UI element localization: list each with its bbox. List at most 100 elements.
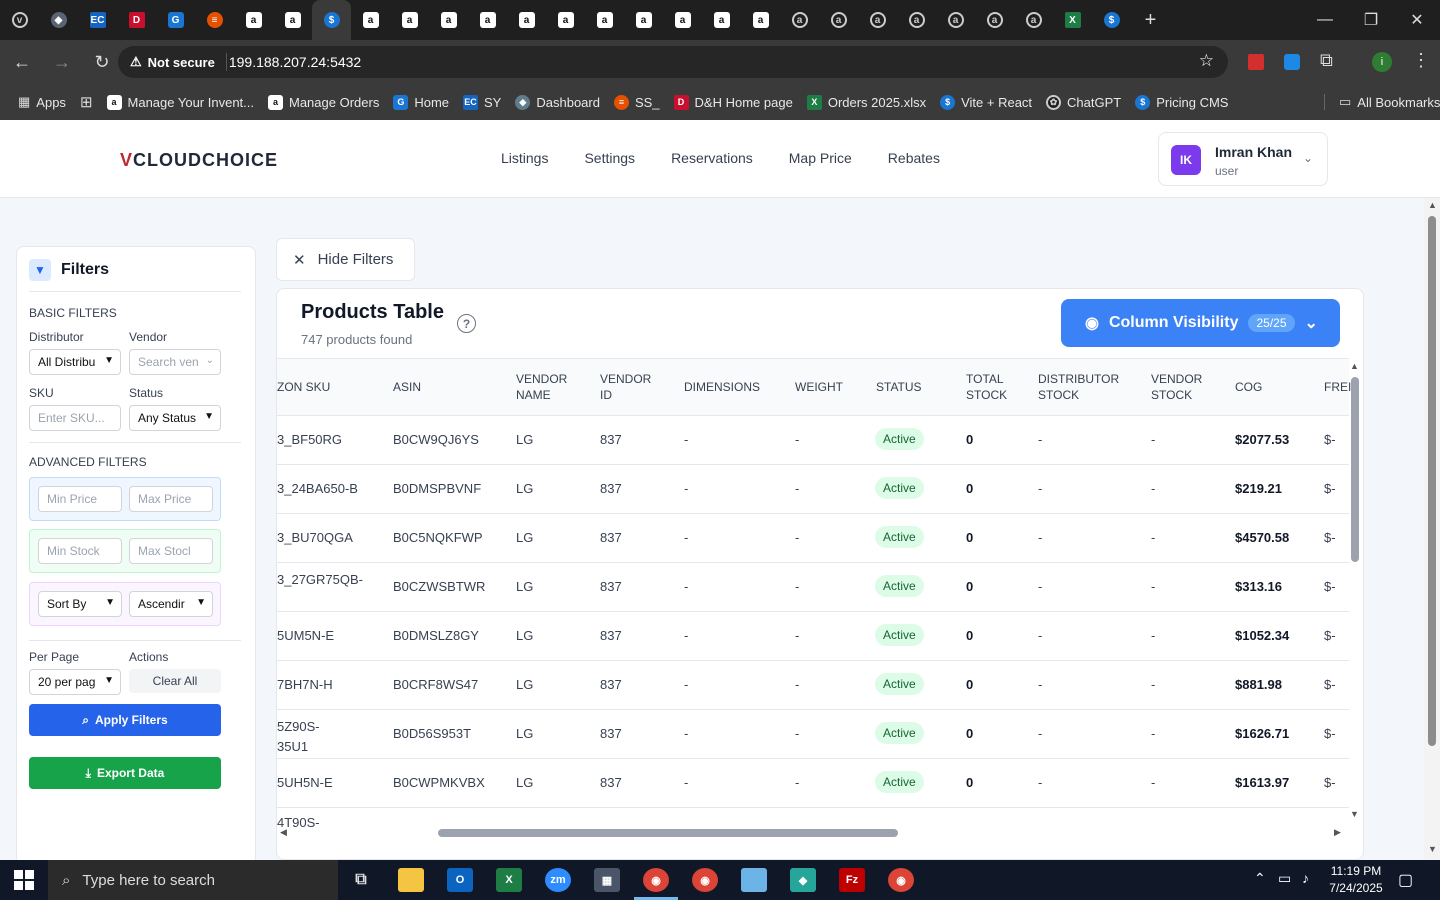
col-header-weight[interactable]: WEIGHT [795,379,843,395]
tab[interactable]: D [117,0,156,40]
network-icon[interactable]: ▭ [1278,870,1291,887]
nav-reservations[interactable]: Reservations [671,150,753,166]
logo[interactable]: VCLOUDCHOICE [120,150,278,171]
chrome-icon[interactable]: ◉ [643,868,669,892]
status-select[interactable]: Any Status ▼ [129,405,221,431]
taskbar-search[interactable]: ⌕ Type here to search [48,860,338,900]
max-stock-input[interactable]: Max Stocl [129,538,213,564]
tab[interactable]: a [741,0,780,40]
scroll-right-arrow-icon[interactable]: ▶ [1334,827,1341,838]
file-explorer-icon[interactable] [398,868,424,892]
extensions-puzzle-icon[interactable]: ⧉ [1320,50,1333,71]
col-header-asin[interactable]: ASIN [393,379,421,395]
tab[interactable]: a [975,0,1014,40]
tab[interactable]: a [780,0,819,40]
tab[interactable]: a [624,0,663,40]
kebab-menu-icon[interactable]: ⋮ [1412,50,1430,71]
sort-by-select[interactable]: Sort By ▼ [38,591,122,617]
scroll-down-arrow-icon[interactable]: ▼ [1350,809,1359,819]
tab[interactable]: a [507,0,546,40]
tab[interactable]: a [351,0,390,40]
teal-app-icon[interactable]: ◆ [790,868,816,892]
bookmark-item[interactable]: EC SY [463,94,501,110]
bookmark-item[interactable]: $ Vite + React [940,94,1032,110]
scroll-down-arrow-icon[interactable]: ▼ [1428,844,1437,854]
tab[interactable]: $ [1092,0,1131,40]
zoom-icon[interactable]: zm [545,868,571,892]
table-horizontal-scrollbar[interactable]: ◀ ▶ [276,826,1346,840]
bookmark-item[interactable]: a Manage Your Invent... [106,94,254,110]
extension-icon[interactable] [1284,54,1300,70]
nav-map-price[interactable]: Map Price [789,150,852,166]
tab[interactable]: a [390,0,429,40]
all-bookmarks[interactable]: ▭ All Bookmarks [1324,94,1440,110]
security-indicator[interactable]: ⚠ Not secure [130,54,215,70]
tab[interactable]: a [819,0,858,40]
table-row[interactable]: 5Z90S-35U1 B0D56S953T LG 837 - - Active … [277,710,1349,759]
tab-active[interactable]: $ [312,0,351,40]
tab[interactable]: a [468,0,507,40]
bookmark-item[interactable]: X Orders 2025.xlsx [806,94,926,110]
back-button[interactable]: ← [4,44,40,80]
extension-icon[interactable] [1248,54,1264,70]
col-header-sku[interactable]: ZON SKU [277,379,330,395]
tab[interactable]: a [1014,0,1053,40]
col-header-distributor-stock[interactable]: DISTRIBUTOR STOCK [1038,371,1134,403]
table-row[interactable]: 3_24BA650-B B0DMSPBVNF LG 837 - - Active… [277,465,1349,514]
vendor-search-input[interactable]: Search ven ⌄ [129,349,221,375]
max-price-input[interactable]: Max Price [129,486,213,512]
table-row[interactable]: 3_27GR75QB- B0CZWSBTWR LG 837 - - Active… [277,563,1349,612]
col-header-total-stock[interactable]: TOTAL STOCK [966,371,1026,403]
close-window-button[interactable]: ✕ [1394,0,1440,40]
col-header-dimensions[interactable]: DIMENSIONS [684,379,760,395]
tab-search-button[interactable]: v [0,0,39,40]
tab[interactable]: ◆ [39,0,78,40]
bookmark-grid[interactable]: ⊞ [80,93,93,111]
col-header-vendor-id[interactable]: VENDOR ID [600,371,664,403]
tab[interactable]: a [936,0,975,40]
tab[interactable]: EC [78,0,117,40]
nav-listings[interactable]: Listings [501,150,548,166]
notifications-icon[interactable]: ▢ [1398,870,1413,890]
tab[interactable]: a [858,0,897,40]
page-scrollbar[interactable]: ▲ ▼ [1424,198,1440,860]
nav-rebates[interactable]: Rebates [888,150,940,166]
outlook-icon[interactable]: O [447,868,473,892]
bookmark-item[interactable]: a Manage Orders [268,94,379,110]
min-price-input[interactable]: Min Price [38,486,122,512]
sort-order-select[interactable]: Ascendir ▼ [129,591,213,617]
hide-filters-button[interactable]: ✕ Hide Filters [276,238,415,281]
taskbar-clock[interactable]: 11:19 PM 7/24/2025 [1326,863,1386,897]
reload-button[interactable]: ↻ [84,44,120,80]
bookmark-item[interactable]: ◆ Dashboard [515,94,600,110]
column-visibility-button[interactable]: ◉ Column Visibility 25/25 ⌄ [1061,299,1340,347]
new-tab-button[interactable]: + [1131,0,1170,40]
tab[interactable]: ≡ [195,0,234,40]
star-icon[interactable]: ☆ [1199,51,1214,71]
apply-filters-button[interactable]: ⌕ Apply Filters [29,704,221,736]
chrome-profile-icon[interactable]: ◉ [888,868,914,892]
table-row[interactable]: 7BH7N-H B0CRF8WS47 LG 837 - - Active 0 -… [277,661,1349,710]
bookmark-item[interactable]: D D&H Home page [673,94,793,110]
scroll-thumb[interactable] [438,829,898,837]
scroll-up-arrow-icon[interactable]: ▲ [1350,361,1359,371]
scroll-left-arrow-icon[interactable]: ◀ [280,827,287,838]
task-view-icon[interactable]: ⧉ [348,868,374,892]
col-header-cog[interactable]: COG [1235,379,1262,395]
bookmark-item[interactable]: G Home [393,94,449,110]
chevron-up-icon[interactable]: ⌃ [1254,870,1266,887]
col-header-vendor-name[interactable]: VENDOR NAME [516,371,580,403]
table-row[interactable]: 3_BU70QGA B0C5NQKFWP LG 837 - - Active 0… [277,514,1349,563]
per-page-select[interactable]: 20 per pag ▼ [29,669,121,695]
user-menu[interactable]: IK Imran Khan user ⌄ [1158,132,1328,186]
distributor-select[interactable]: All Distribu ▼ [29,349,121,375]
excel-icon[interactable]: X [496,868,522,892]
table-row[interactable]: 5UH5N-E B0CWPMKVBX LG 837 - - Active 0 -… [277,759,1349,808]
clear-all-button[interactable]: Clear All [129,669,221,693]
windows-start-icon[interactable] [14,870,34,890]
tab[interactable]: X [1053,0,1092,40]
profile-icon[interactable]: i [1372,52,1392,72]
col-header-status[interactable]: STATUS [876,379,922,395]
col-header-vendor-stock[interactable]: VENDOR STOCK [1151,371,1217,403]
tab[interactable]: a [663,0,702,40]
